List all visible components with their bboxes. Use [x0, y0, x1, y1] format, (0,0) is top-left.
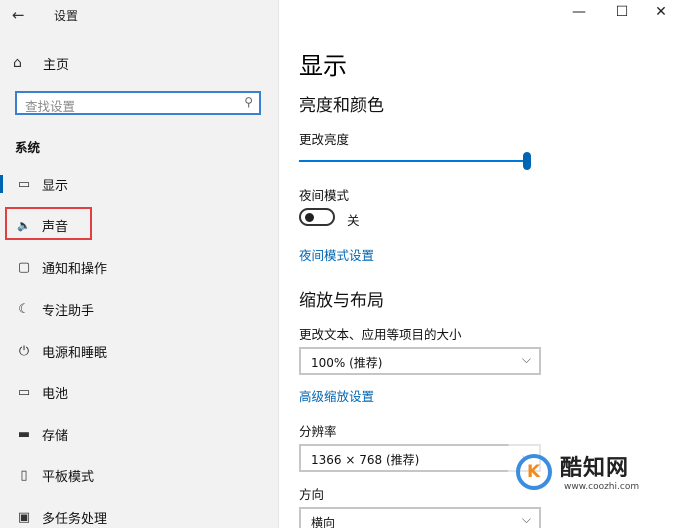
search-input[interactable]: 查找设置 ⚲: [15, 91, 261, 115]
scale-value: 100% (推荐): [311, 356, 383, 370]
sidebar-item-label: 显示: [42, 178, 69, 194]
watermark: K 酷知网 www.coozhi.com: [508, 440, 678, 502]
chevron-down-icon: ⌵: [521, 512, 531, 526]
tablet-icon: ▯: [20, 467, 28, 483]
search-icon: ⚲: [244, 95, 253, 109]
sidebar-item-label: 通知和操作: [42, 261, 108, 277]
sidebar-item-tablet[interactable]: ▯ 平板模式: [0, 460, 278, 490]
window-title: 设置: [54, 9, 79, 23]
storage-icon: ▬: [17, 426, 31, 442]
sidebar-item-notifications[interactable]: ▢ 通知和操作: [0, 252, 278, 282]
sidebar-item-storage[interactable]: ▬ 存储: [0, 419, 278, 449]
resolution-value: 1366 × 768 (推荐): [311, 453, 420, 467]
sidebar-item-multitasking[interactable]: ▣ 多任务处理: [0, 502, 278, 528]
section-title: 系统: [15, 140, 41, 155]
orientation-value: 横向: [311, 516, 336, 528]
sidebar-item-label: 存储: [42, 428, 69, 444]
sidebar-item-label: 电池: [42, 386, 69, 402]
highlight-annotation: [5, 207, 92, 240]
battery-icon: ▭: [17, 384, 31, 400]
scale-label: 更改文本、应用等项目的大小: [299, 327, 462, 342]
watermark-logo: K: [516, 454, 552, 490]
power-icon: ⏻: [18, 343, 30, 359]
advanced-scale-link[interactable]: 高级缩放设置: [299, 386, 374, 405]
night-mode-toggle[interactable]: [299, 208, 335, 226]
minimize-icon[interactable]: —: [569, 4, 589, 20]
close-icon[interactable]: ✕: [651, 4, 671, 20]
night-mode-label: 夜间模式: [299, 188, 350, 203]
resolution-dropdown[interactable]: 1366 × 768 (推荐) ⌵: [299, 444, 541, 472]
sidebar-item-label: 平板模式: [42, 469, 95, 485]
resolution-label: 分辨率: [299, 424, 337, 439]
chevron-down-icon: ⌵: [521, 352, 531, 366]
sidebar-item-power[interactable]: ⏻ 电源和睡眠: [0, 336, 278, 366]
sidebar: ← 设置 ⌂ 主页 查找设置 ⚲ 系统 ▭ 显示 🔈 声音 ▢ 通知和操作 ☾ …: [0, 0, 279, 528]
section-heading-scale: 缩放与布局: [299, 291, 384, 311]
toggle-knob: [305, 213, 314, 222]
multitask-icon: ▣: [17, 509, 31, 525]
section-heading-brightness: 亮度和颜色: [299, 96, 384, 116]
sidebar-item-label: 电源和睡眠: [42, 345, 108, 361]
night-mode-state: 关: [347, 213, 360, 228]
slider-thumb[interactable]: [523, 152, 531, 170]
monitor-icon: ▭: [17, 176, 31, 192]
page-title: 显示: [299, 52, 347, 80]
brightness-label: 更改亮度: [299, 132, 350, 147]
slider-track-filled: [299, 160, 523, 162]
watermark-logo-letter: K: [527, 462, 541, 482]
sidebar-item-focus[interactable]: ☾ 专注助手: [0, 294, 278, 324]
search-placeholder: 查找设置: [25, 99, 76, 114]
sidebar-item-label: 专注助手: [42, 303, 95, 319]
scale-dropdown[interactable]: 100% (推荐) ⌵: [299, 347, 541, 375]
orientation-dropdown[interactable]: 横向 ⌵: [299, 507, 541, 528]
back-arrow-icon[interactable]: ←: [12, 6, 32, 24]
watermark-url: www.coozhi.com: [564, 482, 640, 492]
maximize-icon[interactable]: ☐: [612, 4, 632, 20]
sidebar-item-label: 主页: [43, 57, 70, 73]
brightness-slider[interactable]: [299, 152, 531, 170]
sidebar-item-home[interactable]: ⌂ 主页: [13, 52, 69, 74]
settings-window: ← 设置 ⌂ 主页 查找设置 ⚲ 系统 ▭ 显示 🔈 声音 ▢ 通知和操作 ☾ …: [0, 0, 682, 528]
sidebar-item-display[interactable]: ▭ 显示: [0, 169, 278, 199]
home-icon: ⌂: [13, 55, 22, 71]
night-mode-settings-link[interactable]: 夜间模式设置: [299, 245, 374, 264]
selection-indicator: [0, 175, 3, 193]
watermark-name: 酷知网: [560, 456, 630, 481]
orientation-label: 方向: [299, 487, 325, 502]
sidebar-item-battery[interactable]: ▭ 电池: [0, 377, 278, 407]
sidebar-item-label: 多任务处理: [42, 511, 108, 527]
moon-icon: ☾: [18, 301, 30, 317]
message-icon: ▢: [17, 259, 31, 275]
